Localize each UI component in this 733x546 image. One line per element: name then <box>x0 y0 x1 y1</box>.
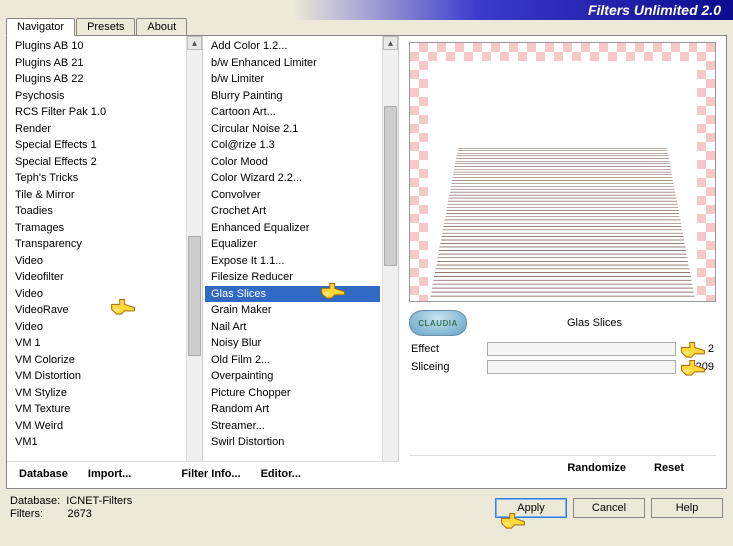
tab-about[interactable]: About <box>136 18 187 36</box>
footer-filters-label: Filters: <box>10 508 43 520</box>
footer: Database: ICNET-Filters Filters: 2673 Ap… <box>0 489 733 526</box>
list-item[interactable]: Circular Noise 2.1 <box>205 121 380 138</box>
list-item[interactable]: Plugins AB 21 <box>9 55 184 72</box>
list-item[interactable]: RCS Filter Pak 1.0 <box>9 104 184 121</box>
list-item[interactable]: Cartoon Art... <box>205 104 380 121</box>
list-item[interactable]: Tile & Mirror <box>9 187 184 204</box>
list-item[interactable]: Grain Maker <box>205 302 380 319</box>
list-item[interactable]: Equalizer <box>205 236 380 253</box>
slider-value: 209 <box>684 361 714 373</box>
cancel-button[interactable]: Cancel <box>573 498 645 518</box>
slider-label: Effect <box>411 343 479 355</box>
list-item[interactable]: Glas Slices <box>205 286 380 303</box>
list-item[interactable]: Tramages <box>9 220 184 237</box>
list-item[interactable]: Old Film 2... <box>205 352 380 369</box>
list-item[interactable]: Filesize Reducer <box>205 269 380 286</box>
list-item[interactable]: Swirl Distortion <box>205 434 380 451</box>
scroll-up-icon[interactable]: ▴ <box>187 36 202 50</box>
list-item[interactable]: Render <box>9 121 184 138</box>
list-item[interactable]: Crochet Art <box>205 203 380 220</box>
bottom-button-row: Database Import... Filter Info... Editor… <box>7 461 399 488</box>
list-item[interactable]: Expose It 1.1... <box>205 253 380 270</box>
list-item[interactable]: Videofilter <box>9 269 184 286</box>
slider-track[interactable] <box>487 342 676 356</box>
app-title: Filters Unlimited 2.0 <box>588 2 721 18</box>
slider-track[interactable] <box>487 360 676 374</box>
category-list: Plugins AB 10Plugins AB 21Plugins AB 22P… <box>7 36 203 488</box>
filter-info-button[interactable]: Filter Info... <box>177 466 244 482</box>
list-item[interactable]: Add Color 1.2... <box>205 38 380 55</box>
list-item[interactable]: Overpainting <box>205 368 380 385</box>
list-item[interactable]: Special Effects 2 <box>9 154 184 171</box>
list-item[interactable]: Plugins AB 10 <box>9 38 184 55</box>
author-badge: CLAUDIA <box>409 310 467 336</box>
list-item[interactable]: Psychosis <box>9 88 184 105</box>
list-item[interactable]: VM Stylize <box>9 385 184 402</box>
slider-label: Sliceing <box>411 361 479 373</box>
list-item[interactable]: Video <box>9 286 184 303</box>
list-item[interactable]: Special Effects 1 <box>9 137 184 154</box>
list-item[interactable]: VM Weird <box>9 418 184 435</box>
list-item[interactable]: Noisy Blur <box>205 335 380 352</box>
category-scrollbar[interactable]: ▴ ▾ <box>186 36 202 488</box>
list-item[interactable]: Blurry Painting <box>205 88 380 105</box>
list-item[interactable]: VM Distortion <box>9 368 184 385</box>
list-item[interactable]: Video <box>9 319 184 336</box>
list-item[interactable]: VM1 <box>9 434 184 451</box>
list-item[interactable]: Color Wizard 2.2... <box>205 170 380 187</box>
slider-value: 2 <box>684 343 714 355</box>
list-item[interactable]: Plugins AB 22 <box>9 71 184 88</box>
scroll-thumb[interactable] <box>384 106 397 266</box>
tab-presets[interactable]: Presets <box>76 18 135 36</box>
scroll-thumb[interactable] <box>188 236 201 356</box>
list-item[interactable]: Col@rize 1.3 <box>205 137 380 154</box>
preview-panel: CLAUDIA Glas Slices Effect 2 Sliceing 209 R… <box>399 36 726 488</box>
slider-row: Sliceing 209 <box>409 358 716 376</box>
scroll-up-icon[interactable]: ▴ <box>383 36 398 50</box>
list-item[interactable]: VideoRave <box>9 302 184 319</box>
list-item[interactable]: Color Mood <box>205 154 380 171</box>
footer-filters-value: 2673 <box>67 508 91 520</box>
list-item[interactable]: Nail Art <box>205 319 380 336</box>
help-button[interactable]: Help <box>651 498 723 518</box>
footer-db-value: ICNET-Filters <box>66 495 132 507</box>
list-item[interactable]: Streamer... <box>205 418 380 435</box>
category-list-body[interactable]: Plugins AB 10Plugins AB 21Plugins AB 22P… <box>7 36 186 488</box>
list-item[interactable]: VM Colorize <box>9 352 184 369</box>
preview-filter-name: Glas Slices <box>473 317 716 329</box>
preview-image <box>409 42 716 302</box>
slider-row: Effect 2 <box>409 340 716 358</box>
reset-button[interactable]: Reset <box>650 460 688 476</box>
tab-strip: Navigator Presets About <box>0 18 733 36</box>
list-item[interactable]: Teph's Tricks <box>9 170 184 187</box>
apply-button[interactable]: Apply <box>495 498 567 518</box>
list-item[interactable]: Transparency <box>9 236 184 253</box>
list-item[interactable]: Video <box>9 253 184 270</box>
list-item[interactable]: b/w Enhanced Limiter <box>205 55 380 72</box>
list-item[interactable]: Enhanced Equalizer <box>205 220 380 237</box>
list-item[interactable]: VM 1 <box>9 335 184 352</box>
filter-scrollbar[interactable]: ▴ ▾ <box>382 36 398 488</box>
list-item[interactable]: Picture Chopper <box>205 385 380 402</box>
list-item[interactable]: Toadies <box>9 203 184 220</box>
list-item[interactable]: VM Texture <box>9 401 184 418</box>
title-bar: Filters Unlimited 2.0 <box>0 0 733 20</box>
tab-navigator[interactable]: Navigator <box>6 18 75 36</box>
import-button[interactable]: Import... <box>84 466 135 482</box>
preview-button-row: Randomize Reset <box>409 455 716 482</box>
editor-button[interactable]: Editor... <box>257 466 305 482</box>
database-button[interactable]: Database <box>15 466 72 482</box>
footer-db-label: Database: <box>10 495 60 507</box>
list-item[interactable]: Convolver <box>205 187 380 204</box>
filter-list-body[interactable]: Add Color 1.2...b/w Enhanced Limiterb/w … <box>203 36 382 488</box>
main-panel: Plugins AB 10Plugins AB 21Plugins AB 22P… <box>6 35 727 489</box>
list-item[interactable]: Random Art <box>205 401 380 418</box>
filter-list: Add Color 1.2...b/w Enhanced Limiterb/w … <box>203 36 399 488</box>
list-item[interactable]: b/w Limiter <box>205 71 380 88</box>
randomize-button[interactable]: Randomize <box>563 460 630 476</box>
